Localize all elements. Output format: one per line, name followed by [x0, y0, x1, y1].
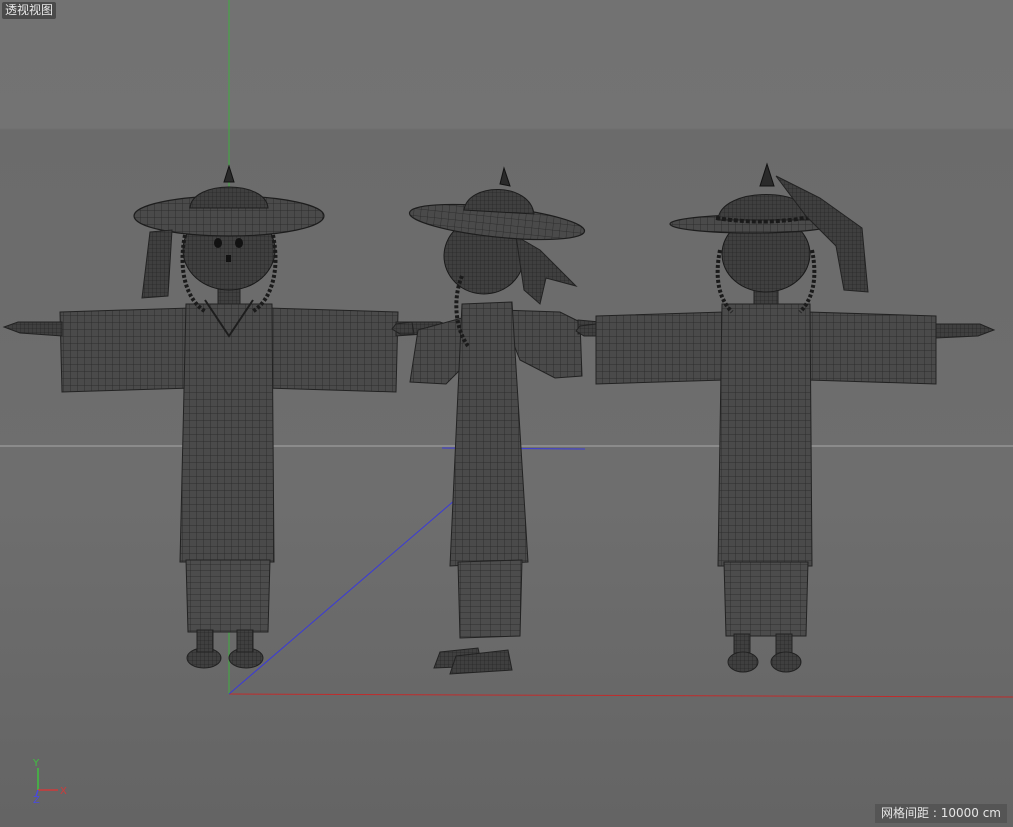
front-hat-crown	[189, 186, 269, 209]
back-left-shoe	[727, 651, 759, 673]
scene-canvas[interactable]: Y X Z	[0, 0, 1013, 827]
front-right-sleeve	[265, 307, 399, 393]
front-right-leg	[236, 629, 254, 653]
axis-gizmo: Y X Z	[32, 758, 67, 806]
character-back[interactable]	[575, 162, 996, 673]
front-left-hand	[2, 321, 63, 337]
front-left-sleeve	[59, 307, 193, 393]
gizmo-y-label: Y	[32, 758, 40, 769]
gizmo-x-label: X	[60, 786, 67, 797]
front-mouth	[226, 255, 231, 262]
front-skirt	[185, 559, 271, 633]
side-skirt	[457, 559, 523, 639]
side-hat-crown	[463, 189, 535, 215]
back-robe	[717, 303, 813, 567]
character-front[interactable]	[2, 164, 456, 669]
back-hat-knob	[759, 162, 775, 187]
front-tassel	[141, 229, 173, 299]
front-left-leg	[196, 629, 214, 653]
gizmo-z-label: Z	[33, 795, 40, 806]
front-left-eye	[214, 238, 222, 248]
3d-viewport[interactable]: Y X Z 透视视图 网格间距 : 10000 cm	[0, 0, 1013, 827]
character-side[interactable]	[391, 166, 607, 675]
front-right-eye	[235, 238, 243, 248]
side-hat-knob	[499, 166, 511, 187]
side-ribbon	[515, 235, 578, 305]
back-left-leg	[733, 633, 751, 655]
front-robe	[179, 303, 275, 563]
back-right-sleeve	[807, 311, 937, 385]
back-right-shoe	[770, 651, 802, 673]
back-left-sleeve	[595, 311, 725, 385]
front-hat-knob	[223, 164, 235, 183]
view-name-label[interactable]: 透视视图	[2, 2, 57, 19]
grid-spacing-readout: 网格间距 : 10000 cm	[875, 804, 1007, 823]
back-right-leg	[775, 633, 793, 655]
back-right-hand	[935, 323, 996, 339]
back-skirt	[723, 561, 809, 637]
world-x-axis	[228, 693, 1013, 698]
